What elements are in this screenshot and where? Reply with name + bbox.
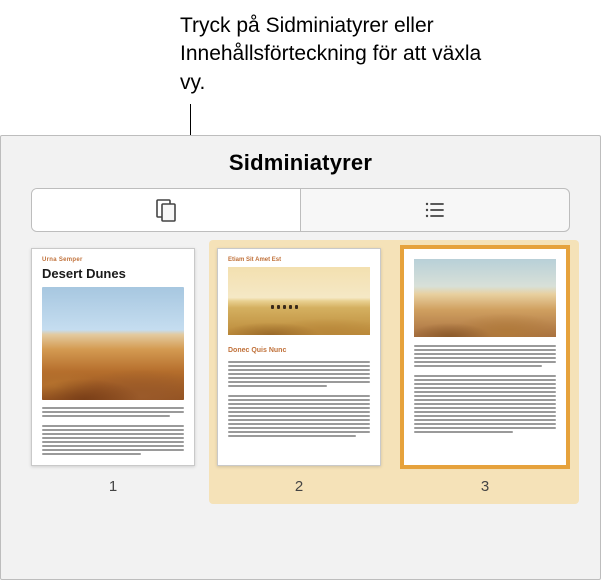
toc-tab[interactable]: [300, 189, 569, 231]
page2-body: [228, 361, 370, 437]
page-thumbnail-2[interactable]: Etiam Sit Amet Est Donec Quis Nunc: [217, 248, 381, 466]
thumbnails-icon: [153, 197, 179, 223]
page-number: 1: [109, 478, 117, 495]
page-number: 2: [295, 478, 303, 495]
thumbnail-col: 3: [403, 248, 567, 495]
page2-image: [228, 267, 370, 335]
page-number: 3: [481, 478, 489, 495]
thumbnails-area: Urna Semper Desert Dunes 1 Etiam S: [31, 248, 570, 528]
page2-subtitle: Etiam Sit Amet Est: [228, 257, 281, 263]
page1-body: [42, 407, 184, 455]
page-thumbnail-3[interactable]: [403, 248, 567, 466]
thumbnail-col: Urna Semper Desert Dunes 1: [31, 248, 195, 495]
thumbnails-tab[interactable]: [32, 189, 300, 231]
thumbnail-col: Etiam Sit Amet Est Donec Quis Nunc: [217, 248, 381, 495]
toc-icon: [422, 197, 448, 223]
thumbnails-panel: Sidminiatyrer: [0, 135, 601, 580]
page-thumbnail-1[interactable]: Urna Semper Desert Dunes: [31, 248, 195, 466]
page2-heading: Donec Quis Nunc: [228, 347, 286, 354]
page1-subtitle: Urna Semper: [42, 257, 83, 263]
view-segmented-control: [31, 188, 570, 232]
page3-body: [414, 345, 556, 433]
page1-title: Desert Dunes: [42, 266, 126, 281]
page3-image: [414, 259, 556, 337]
page1-image: [42, 287, 184, 400]
callout-text: Tryck på Sidminiatyrer eller Innehållsfö…: [180, 12, 500, 97]
thumbnails-row: Urna Semper Desert Dunes 1 Etiam S: [31, 248, 570, 495]
panel-title: Sidminiatyrer: [1, 136, 600, 188]
